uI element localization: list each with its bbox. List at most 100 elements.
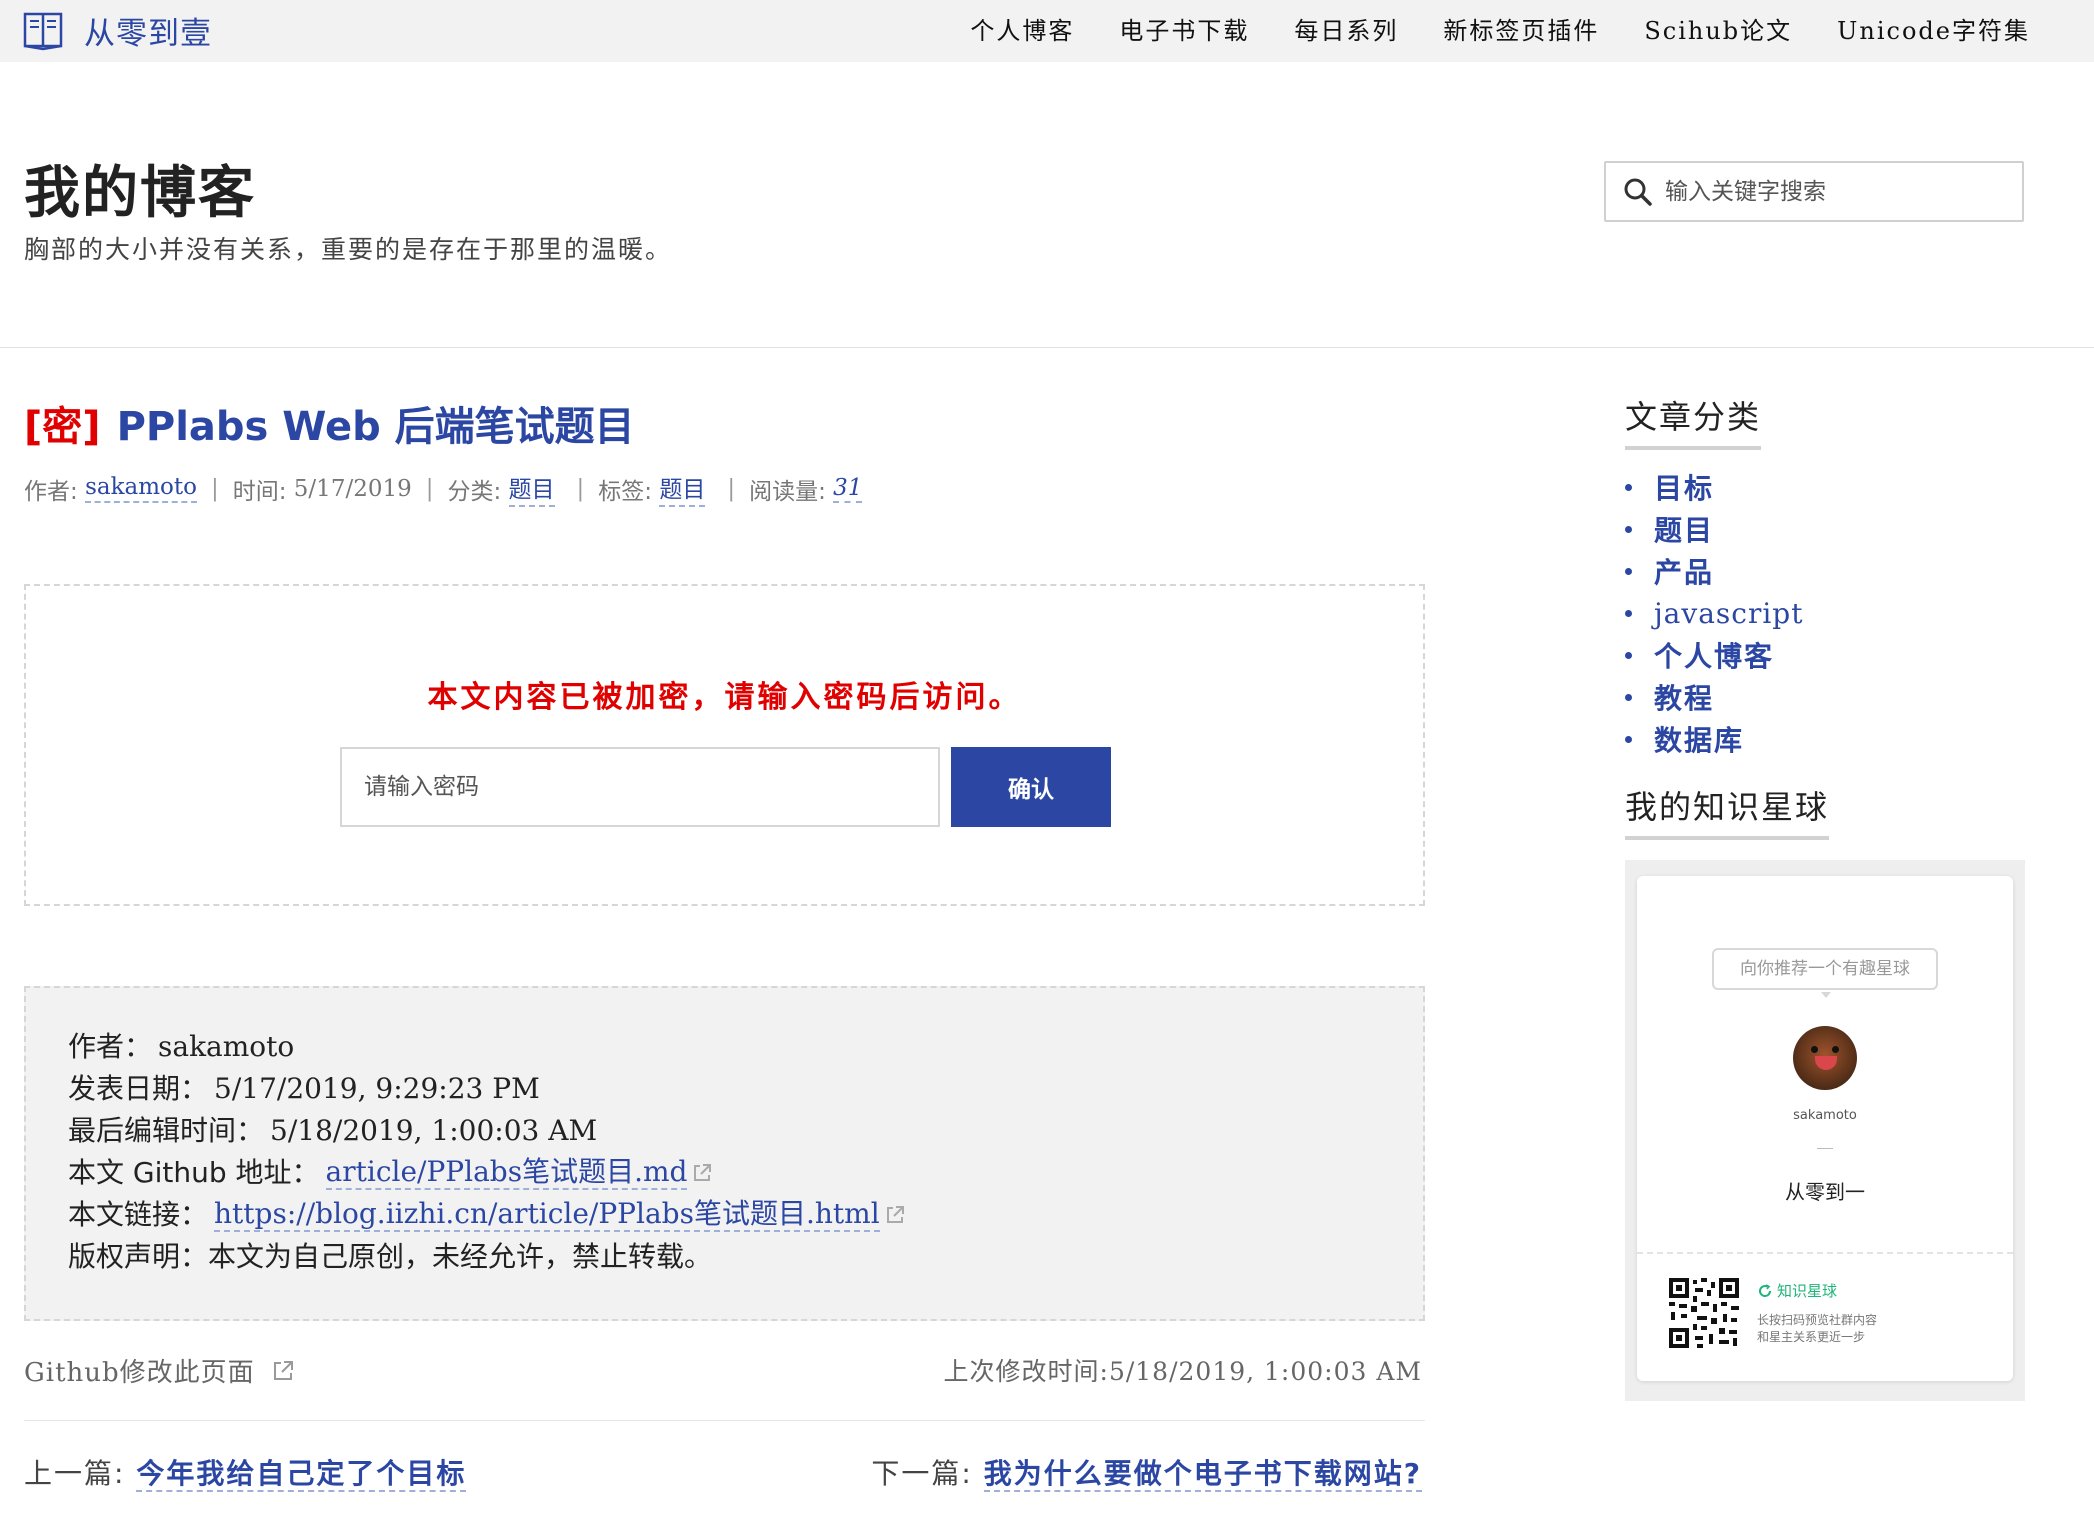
- post-info-box: 作者： sakamoto 发表日期： 5/17/2019, 9:29:23 PM…: [24, 986, 1425, 1321]
- info-author-value: sakamoto: [158, 1030, 295, 1063]
- nav-personal-blog[interactable]: 个人博客: [970, 11, 1074, 46]
- category-item[interactable]: javascript: [1625, 592, 1803, 634]
- category-item[interactable]: 题目: [1625, 508, 1803, 550]
- bullet: [1625, 483, 1632, 491]
- info-copyright-value: 本文为自己原创，未经允许，禁止转载。: [208, 1240, 713, 1273]
- info-edited-label: 最后编辑时间：: [68, 1114, 265, 1147]
- bullet: [1625, 567, 1632, 575]
- nav-scihub[interactable]: Scihub论文: [1644, 11, 1792, 46]
- post-title: [密] PPlabs Web 后端笔试题目: [24, 394, 635, 452]
- logo-text: 从零到壹: [84, 15, 212, 52]
- confirm-button[interactable]: 确认: [951, 747, 1111, 827]
- external-link-icon: [273, 1360, 293, 1380]
- locked-tag: [密]: [24, 404, 101, 450]
- meta-separator: |: [576, 475, 585, 502]
- meta-separator: |: [727, 475, 736, 502]
- nav-daily-series[interactable]: 每日系列: [1294, 11, 1398, 46]
- category-label: 教程: [1654, 682, 1715, 715]
- info-url-link[interactable]: https://blog.iizhi.cn/article/PPlabs笔试题目…: [214, 1198, 880, 1232]
- external-link-icon: [694, 1164, 712, 1181]
- category-item[interactable]: 教程: [1625, 676, 1803, 718]
- info-github: 本文 Github 地址： article/PPlabs笔试题目.md: [68, 1152, 1423, 1194]
- site-title: 我的博客: [24, 161, 256, 226]
- meta-category-link[interactable]: 题目: [508, 470, 555, 507]
- bullet: [1625, 735, 1632, 743]
- nav-newtab-plugin[interactable]: 新标签页插件: [1443, 11, 1599, 46]
- planet-heading: 我的知识星球: [1625, 782, 1830, 840]
- meta-read-count: 31: [833, 474, 863, 503]
- category-label: 目标: [1654, 472, 1715, 505]
- info-url-label: 本文链接：: [68, 1198, 209, 1231]
- divider-dash: [1817, 1148, 1833, 1149]
- category-item[interactable]: 目标: [1625, 466, 1803, 508]
- info-url: 本文链接： https://blog.iizhi.cn/article/PPla…: [68, 1194, 1423, 1236]
- info-copyright-label: 版权声明：: [68, 1240, 209, 1273]
- book-icon: [23, 12, 63, 51]
- post-title-text: PPlabs Web 后端笔试题目: [116, 404, 635, 450]
- zsxq-desc-line: 和星主关系更近一步: [1757, 1330, 1866, 1344]
- info-github-label: 本文 Github 地址：: [68, 1156, 320, 1189]
- info-published-value: 5/17/2019, 9:29:23 PM: [214, 1072, 540, 1105]
- prev-post-link[interactable]: 今年我给自己定了个目标: [136, 1457, 467, 1492]
- bubble-pointer: [1821, 992, 1831, 998]
- planet-username: sakamoto: [1793, 1108, 1857, 1123]
- github-edit-text: Github修改此页面: [24, 1358, 255, 1388]
- password-gate: 本文内容已被加密，请输入密码后访问。 确认: [24, 584, 1425, 906]
- nav-ebook-download[interactable]: 电子书下载: [1119, 11, 1249, 46]
- category-item[interactable]: 数据库: [1625, 718, 1803, 760]
- prev-label: 上一篇:: [24, 1457, 126, 1490]
- info-published-label: 发表日期：: [68, 1072, 209, 1105]
- header-divider: [0, 347, 2094, 348]
- card-divider: [1637, 1252, 2013, 1254]
- zsxq-desc-line: 长按扫码预览社群内容: [1757, 1313, 1878, 1327]
- search-box[interactable]: [1604, 161, 2024, 222]
- github-edit-link[interactable]: Github修改此页面: [24, 1352, 295, 1389]
- info-published: 发表日期： 5/17/2019, 9:29:23 PM: [68, 1068, 1423, 1110]
- next-label: 下一篇:: [871, 1457, 973, 1490]
- category-item[interactable]: 个人博客: [1625, 634, 1803, 676]
- info-github-link[interactable]: article/PPlabs笔试题目.md: [325, 1156, 688, 1190]
- meta-category-label: 分类:: [447, 478, 502, 505]
- search-icon: [1624, 178, 1652, 206]
- locked-message: 本文内容已被加密，请输入密码后访问。: [427, 680, 1022, 715]
- meta-tag-link[interactable]: 题目: [659, 470, 706, 507]
- meta-time-label: 时间:: [232, 478, 287, 505]
- search-input[interactable]: [1665, 178, 2005, 205]
- meta-time: 5/17/2019: [293, 475, 412, 502]
- meta-reads-label: 阅读量:: [749, 478, 826, 505]
- category-label: 数据库: [1654, 724, 1745, 757]
- categories-heading: 文章分类: [1625, 392, 1762, 450]
- info-edited-value: 5/18/2019, 1:00:03 AM: [270, 1114, 598, 1147]
- planet-group-name: 从零到一: [1785, 1180, 1865, 1204]
- next-post-link[interactable]: 我为什么要做个电子书下载网站?: [983, 1457, 1422, 1492]
- recommend-bubble: 向你推荐一个有趣星球: [1712, 948, 1938, 990]
- password-input[interactable]: [340, 747, 940, 827]
- category-list: 目标 题目 产品 javascript 个人博客 教程 数据库: [1625, 466, 1803, 760]
- info-edited: 最后编辑时间： 5/18/2019, 1:00:03 AM: [68, 1110, 1423, 1152]
- next-post: 下一篇: 我为什么要做个电子书下载网站?: [871, 1452, 1422, 1492]
- zsxq-brand: 知识星球: [1757, 1280, 1837, 1301]
- qr-code-icon: [1667, 1276, 1741, 1350]
- meta-separator: |: [425, 475, 434, 502]
- bullet: [1625, 609, 1632, 617]
- bullet: [1625, 651, 1632, 659]
- knowledge-planet-card[interactable]: 向你推荐一个有趣星球 sakamoto 从零到一 知识星球 长按扫码预览社群内容…: [1625, 860, 2025, 1401]
- meta-author-link[interactable]: sakamoto: [85, 474, 197, 503]
- post-meta: 作者: sakamoto | 时间: 5/17/2019 | 分类: 题目 | …: [24, 470, 863, 507]
- meta-tag-label: 标签:: [598, 478, 653, 505]
- category-label: 题目: [1654, 514, 1715, 547]
- top-nav: 从零到壹 个人博客 电子书下载 每日系列 新标签页插件 Scihub论文 Uni…: [0, 0, 2094, 62]
- avatar-eye: [1832, 1046, 1839, 1053]
- zsxq-brand-text: 知识星球: [1777, 1282, 1838, 1300]
- nav-unicode[interactable]: Unicode字符集: [1837, 11, 2030, 46]
- site-logo[interactable]: 从零到壹: [22, 8, 212, 52]
- meta-author-label: 作者:: [24, 478, 78, 505]
- avatar: [1793, 1026, 1857, 1090]
- meta-separator: |: [210, 475, 219, 502]
- info-copyright: 版权声明： 本文为自己原创，未经允许，禁止转载。: [68, 1236, 1423, 1278]
- last-modified: 上次修改时间:5/18/2019, 1:00:03 AM: [943, 1357, 1422, 1386]
- external-link-icon: [886, 1206, 904, 1223]
- avatar-eye: [1811, 1046, 1818, 1053]
- bullet: [1625, 693, 1632, 701]
- category-item[interactable]: 产品: [1625, 550, 1803, 592]
